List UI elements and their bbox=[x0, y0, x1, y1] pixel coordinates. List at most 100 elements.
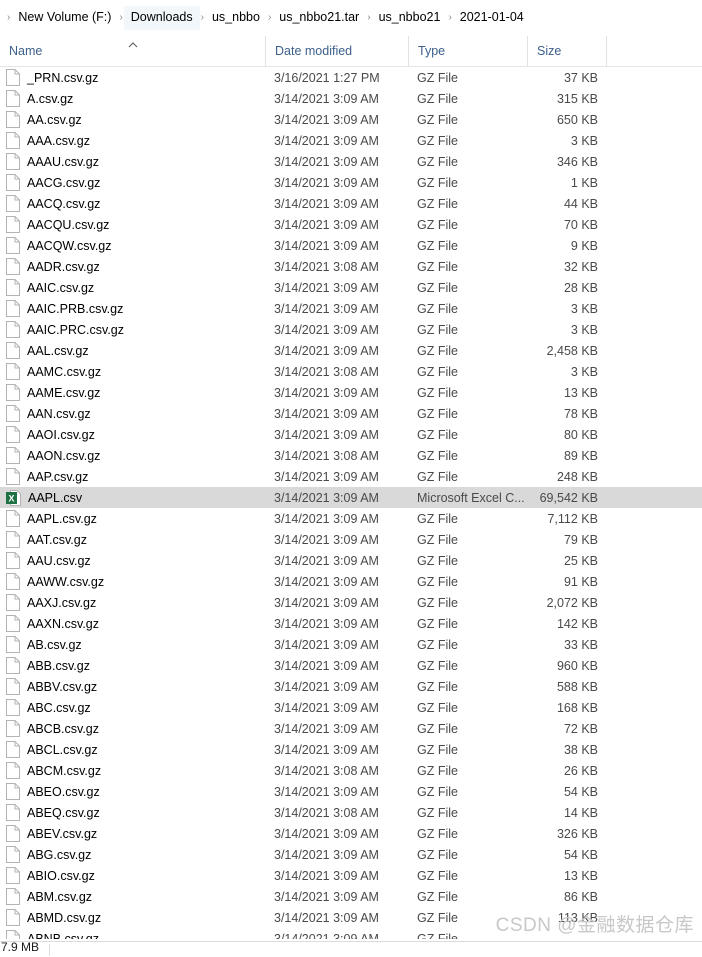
file-row[interactable]: ABG.csv.gz 3/14/2021 3:09 AM GZ File 54 KB bbox=[0, 844, 702, 865]
file-name-cell[interactable]: AAL.csv.gz bbox=[0, 342, 265, 359]
breadcrumb-item[interactable]: › 2021-01-04 bbox=[447, 6, 530, 30]
file-row[interactable]: ABB.csv.gz 3/14/2021 3:09 AM GZ File 960 KB bbox=[0, 655, 702, 676]
breadcrumb-item[interactable]: › us_nbbo bbox=[200, 6, 267, 30]
file-name-cell[interactable]: AAXN.csv.gz bbox=[0, 615, 265, 632]
file-name-cell[interactable]: ABCM.csv.gz bbox=[0, 762, 265, 779]
file-name-cell[interactable]: ABM.csv.gz bbox=[0, 888, 265, 905]
file-row[interactable]: ABCM.csv.gz 3/14/2021 3:08 AM GZ File 26 KB bbox=[0, 760, 702, 781]
file-row[interactable]: AAAU.csv.gz 3/14/2021 3:09 AM GZ File 346 K… bbox=[0, 151, 702, 172]
breadcrumb-item-label[interactable]: 2021-01-04 bbox=[453, 6, 531, 30]
file-row[interactable]: AAPL.csv.gz 3/14/2021 3:09 AM GZ File 7,112… bbox=[0, 508, 702, 529]
file-name-cell[interactable]: ABNB.csv.gz bbox=[0, 930, 265, 939]
file-row[interactable]: ABIO.csv.gz 3/14/2021 3:09 AM GZ File 13 KB bbox=[0, 865, 702, 886]
file-name-cell[interactable]: AAIC.PRB.csv.gz bbox=[0, 300, 265, 317]
file-name-cell[interactable]: ABEQ.csv.gz bbox=[0, 804, 265, 821]
file-name-cell[interactable]: AAT.csv.gz bbox=[0, 531, 265, 548]
file-name-cell[interactable]: AAOI.csv.gz bbox=[0, 426, 265, 443]
file-row[interactable]: AAIC.csv.gz 3/14/2021 3:09 AM GZ File 28 KB bbox=[0, 277, 702, 298]
file-name-cell[interactable]: AACQ.csv.gz bbox=[0, 195, 265, 212]
file-name-cell[interactable]: AAWW.csv.gz bbox=[0, 573, 265, 590]
column-header-date-modified[interactable]: Date modified bbox=[265, 36, 408, 66]
breadcrumb-item-label[interactable]: New Volume (F:) bbox=[11, 6, 118, 30]
file-name-cell[interactable]: AADR.csv.gz bbox=[0, 258, 265, 275]
file-row[interactable]: AAOI.csv.gz 3/14/2021 3:09 AM GZ File 80 KB bbox=[0, 424, 702, 445]
column-header-size[interactable]: Size bbox=[527, 36, 606, 66]
file-row[interactable]: ABCB.csv.gz 3/14/2021 3:09 AM GZ File 72 KB bbox=[0, 718, 702, 739]
file-name-cell[interactable]: AAIC.PRC.csv.gz bbox=[0, 321, 265, 338]
breadcrumb-item[interactable]: › Downloads bbox=[118, 5, 200, 30]
breadcrumb[interactable]: › New Volume (F:) › Downloads › us_nbbo › us_nb… bbox=[0, 0, 702, 35]
breadcrumb-item-label[interactable]: us_nbbo bbox=[205, 6, 267, 30]
column-header-type[interactable]: Type bbox=[408, 36, 527, 66]
file-row[interactable]: AAL.csv.gz 3/14/2021 3:09 AM GZ File 2,458 … bbox=[0, 340, 702, 361]
file-name-cell[interactable]: AAXJ.csv.gz bbox=[0, 594, 265, 611]
file-row[interactable]: AAIC.PRC.csv.gz 3/14/2021 3:09 AM GZ File 3… bbox=[0, 319, 702, 340]
file-name-cell[interactable]: AACQU.csv.gz bbox=[0, 216, 265, 233]
file-row[interactable]: AA.csv.gz 3/14/2021 3:09 AM GZ File 650 KB bbox=[0, 109, 702, 130]
file-name-cell[interactable]: ABCB.csv.gz bbox=[0, 720, 265, 737]
file-row[interactable]: ABEQ.csv.gz 3/14/2021 3:08 AM GZ File 14 KB bbox=[0, 802, 702, 823]
file-row[interactable]: AAXN.csv.gz 3/14/2021 3:09 AM GZ File 142 K… bbox=[0, 613, 702, 634]
file-row[interactable]: AACQU.csv.gz 3/14/2021 3:09 AM GZ File 70 K… bbox=[0, 214, 702, 235]
file-name-cell[interactable]: ABBV.csv.gz bbox=[0, 678, 265, 695]
breadcrumb-item-label[interactable]: us_nbbo21 bbox=[372, 6, 448, 30]
file-row[interactable]: AAIC.PRB.csv.gz 3/14/2021 3:09 AM GZ File 3… bbox=[0, 298, 702, 319]
file-row[interactable]: AB.csv.gz 3/14/2021 3:09 AM GZ File 33 KB bbox=[0, 634, 702, 655]
file-row[interactable]: AADR.csv.gz 3/14/2021 3:08 AM GZ File 32 KB bbox=[0, 256, 702, 277]
file-row[interactable]: AACQ.csv.gz 3/14/2021 3:09 AM GZ File 44 KB bbox=[0, 193, 702, 214]
file-row[interactable]: ABEV.csv.gz 3/14/2021 3:09 AM GZ File 326 K… bbox=[0, 823, 702, 844]
file-row[interactable]: AAXJ.csv.gz 3/14/2021 3:09 AM GZ File 2,072… bbox=[0, 592, 702, 613]
file-name-cell[interactable]: AAON.csv.gz bbox=[0, 447, 265, 464]
breadcrumb-item-label[interactable]: us_nbbo21.tar bbox=[272, 6, 366, 30]
file-name-cell[interactable]: AAMC.csv.gz bbox=[0, 363, 265, 380]
file-list[interactable]: _PRN.csv.gz 3/16/2021 1:27 PM GZ File 37 KB… bbox=[0, 67, 702, 939]
file-row[interactable]: AAN.csv.gz 3/14/2021 3:09 AM GZ File 78 KB bbox=[0, 403, 702, 424]
file-row[interactable]: ABBV.csv.gz 3/14/2021 3:09 AM GZ File 588 K… bbox=[0, 676, 702, 697]
file-name-cell[interactable]: AAN.csv.gz bbox=[0, 405, 265, 422]
file-name-cell[interactable]: AAU.csv.gz bbox=[0, 552, 265, 569]
file-name-cell[interactable]: ABC.csv.gz bbox=[0, 699, 265, 716]
file-name-cell[interactable]: AAIC.csv.gz bbox=[0, 279, 265, 296]
file-name-cell[interactable]: X AAPL.csv bbox=[0, 489, 265, 506]
file-row[interactable]: AAME.csv.gz 3/14/2021 3:09 AM GZ File 13 KB bbox=[0, 382, 702, 403]
file-name-cell[interactable]: ABEO.csv.gz bbox=[0, 783, 265, 800]
file-row[interactable]: ABMD.csv.gz 3/14/2021 3:09 AM GZ File 113 K… bbox=[0, 907, 702, 928]
file-name-cell[interactable]: AA.csv.gz bbox=[0, 111, 265, 128]
file-name-cell[interactable]: ABCL.csv.gz bbox=[0, 741, 265, 758]
file-name-cell[interactable]: ABG.csv.gz bbox=[0, 846, 265, 863]
file-row[interactable]: ABC.csv.gz 3/14/2021 3:09 AM GZ File 168 KB bbox=[0, 697, 702, 718]
file-row[interactable]: ABNB.csv.gz 3/14/2021 3:09 AM GZ File bbox=[0, 928, 702, 939]
breadcrumb-item[interactable]: › New Volume (F:) bbox=[6, 6, 118, 30]
file-name-cell[interactable]: _PRN.csv.gz bbox=[0, 69, 265, 86]
file-row[interactable]: AAWW.csv.gz 3/14/2021 3:09 AM GZ File 91 KB bbox=[0, 571, 702, 592]
file-row[interactable]: AAU.csv.gz 3/14/2021 3:09 AM GZ File 25 KB bbox=[0, 550, 702, 571]
file-name-cell[interactable]: AACG.csv.gz bbox=[0, 174, 265, 191]
breadcrumb-item-label[interactable]: Downloads bbox=[123, 5, 200, 30]
file-name-cell[interactable]: ABIO.csv.gz bbox=[0, 867, 265, 884]
file-row[interactable]: ABCL.csv.gz 3/14/2021 3:09 AM GZ File 38 KB bbox=[0, 739, 702, 760]
file-row[interactable]: AAP.csv.gz 3/14/2021 3:09 AM GZ File 248 KB bbox=[0, 466, 702, 487]
file-name-cell[interactable]: AAAU.csv.gz bbox=[0, 153, 265, 170]
file-row[interactable]: X AAPL.csv 3/14/2021 3:09 AM Microsoft Exce… bbox=[0, 487, 702, 508]
breadcrumb-item[interactable]: › us_nbbo21.tar bbox=[267, 6, 366, 30]
file-name-cell[interactable]: ABB.csv.gz bbox=[0, 657, 265, 674]
file-name-cell[interactable]: AAPL.csv.gz bbox=[0, 510, 265, 527]
file-name-cell[interactable]: AAA.csv.gz bbox=[0, 132, 265, 149]
file-row[interactable]: AACQW.csv.gz 3/14/2021 3:09 AM GZ File 9 KB bbox=[0, 235, 702, 256]
file-row[interactable]: AAON.csv.gz 3/14/2021 3:08 AM GZ File 89 KB bbox=[0, 445, 702, 466]
file-name-cell[interactable]: AAP.csv.gz bbox=[0, 468, 265, 485]
file-name-cell[interactable]: AACQW.csv.gz bbox=[0, 237, 265, 254]
file-row[interactable]: _PRN.csv.gz 3/16/2021 1:27 PM GZ File 37 KB bbox=[0, 67, 702, 88]
file-row[interactable]: A.csv.gz 3/14/2021 3:09 AM GZ File 315 KB bbox=[0, 88, 702, 109]
breadcrumb-item[interactable]: › us_nbbo21 bbox=[366, 6, 447, 30]
file-name-cell[interactable]: ABMD.csv.gz bbox=[0, 909, 265, 926]
file-row[interactable]: ABEO.csv.gz 3/14/2021 3:09 AM GZ File 54 KB bbox=[0, 781, 702, 802]
file-row[interactable]: AAA.csv.gz 3/14/2021 3:09 AM GZ File 3 KB bbox=[0, 130, 702, 151]
file-name-cell[interactable]: AB.csv.gz bbox=[0, 636, 265, 653]
file-name-cell[interactable]: A.csv.gz bbox=[0, 90, 265, 107]
file-row[interactable]: AACG.csv.gz 3/14/2021 3:09 AM GZ File 1 KB bbox=[0, 172, 702, 193]
column-header-name[interactable]: Name bbox=[0, 36, 265, 66]
file-name-cell[interactable]: AAME.csv.gz bbox=[0, 384, 265, 401]
file-row[interactable]: AAMC.csv.gz 3/14/2021 3:08 AM GZ File 3 KB bbox=[0, 361, 702, 382]
file-row[interactable]: AAT.csv.gz 3/14/2021 3:09 AM GZ File 79 KB bbox=[0, 529, 702, 550]
